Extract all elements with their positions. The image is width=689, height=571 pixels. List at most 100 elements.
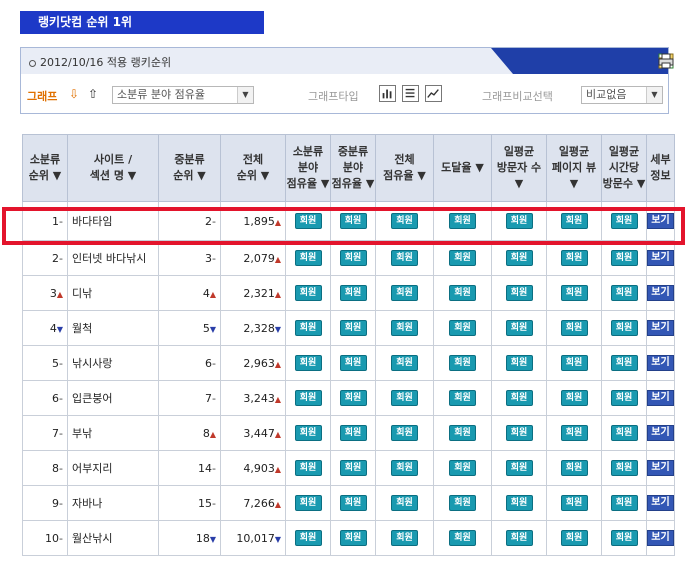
member-badge-button[interactable]: 회원 [505,390,533,406]
site-name[interactable]: 낚시사랑 [72,357,112,370]
header-sub-rank[interactable]: 소분류 순위 ▼ [22,134,68,202]
member-badge-button[interactable]: 회원 [449,425,476,441]
bar-chart-icon[interactable] [379,85,396,102]
member-badge-button[interactable]: 회원 [560,530,588,546]
member-badge-button[interactable]: 회원 [505,250,533,266]
member-badge-button[interactable]: 회원 [391,355,418,371]
site-name[interactable]: 부낚 [72,427,92,440]
member-badge-button[interactable]: 회원 [449,320,476,336]
member-badge-button[interactable]: 회원 [339,285,367,301]
site-cell[interactable]: 디낚 [67,275,159,311]
member-badge-button[interactable]: 회원 [294,320,322,336]
member-badge-button[interactable]: 회원 [610,285,638,301]
member-badge-button[interactable]: 회원 [610,355,638,371]
member-badge-button[interactable]: 회원 [610,320,638,336]
member-badge-button[interactable]: 회원 [294,355,322,371]
site-cell[interactable]: 입큰붕어 [67,380,159,416]
member-badge-button[interactable]: 회원 [391,320,418,336]
member-badge-button[interactable]: 회원 [294,285,322,301]
compare-select[interactable]: 비교없음 ▼ [581,86,663,104]
view-detail-button[interactable]: 보기 [647,355,674,371]
site-cell[interactable]: 자바나 [67,485,159,521]
site-name[interactable]: 입큰붕어 [72,392,112,405]
member-badge-button[interactable]: 회원 [560,390,588,406]
member-badge-button[interactable]: 회원 [610,250,638,266]
member-badge-button[interactable]: 회원 [339,530,367,546]
header-mid-share[interactable]: 중분류 분야 점유율 ▼ [330,134,376,202]
member-badge-button[interactable]: 회원 [339,250,367,266]
member-badge-button[interactable]: 회원 [505,425,533,441]
site-name[interactable]: 자바나 [72,497,102,510]
member-badge-button[interactable]: 회원 [391,285,418,301]
header-sub-share[interactable]: 소분류 분야 점유율 ▼ [285,134,331,202]
member-badge-button[interactable]: 회원 [294,250,322,266]
arrow-down-icon[interactable]: ⇩ [68,87,80,101]
print-icon[interactable] [658,53,674,69]
view-detail-button[interactable]: 보기 [647,250,674,266]
member-badge-button[interactable]: 회원 [449,285,476,301]
site-cell[interactable]: 월척 [67,310,159,346]
member-badge-button[interactable]: 회원 [560,285,588,301]
member-badge-button[interactable]: 회원 [294,495,322,511]
site-cell[interactable]: 어부지리 [67,450,159,486]
category-select[interactable]: 소분류 분야 점유율 ▼ [112,86,254,104]
member-badge-button[interactable]: 회원 [505,495,533,511]
site-name[interactable]: 바다타임 [72,215,112,228]
member-badge-button[interactable]: 회원 [505,213,533,229]
table-chart-icon[interactable] [402,85,419,102]
member-badge-button[interactable]: 회원 [449,355,476,371]
line-chart-icon[interactable] [425,85,442,102]
member-badge-button[interactable]: 회원 [505,530,533,546]
arrow-up-icon[interactable]: ⇧ [87,87,99,101]
view-detail-button[interactable]: 보기 [647,425,674,441]
site-name[interactable]: 인터넷 바다낚시 [72,252,146,265]
member-badge-button[interactable]: 회원 [505,355,533,371]
view-detail-button[interactable]: 보기 [647,213,674,229]
member-badge-button[interactable]: 회원 [339,355,367,371]
member-badge-button[interactable]: 회원 [560,250,588,266]
site-cell[interactable]: 월산낚시 [67,520,159,556]
view-detail-button[interactable]: 보기 [647,460,674,476]
site-cell[interactable]: 인터넷 바다낚시 [67,240,159,276]
member-badge-button[interactable]: 회원 [391,495,418,511]
site-name[interactable]: 월산낚시 [72,532,112,545]
member-badge-button[interactable]: 회원 [294,425,322,441]
header-daily-pageviews[interactable]: 일평균 페이지 뷰 ▼ [546,134,602,202]
view-detail-button[interactable]: 보기 [647,495,674,511]
view-detail-button[interactable]: 보기 [647,390,674,406]
member-badge-button[interactable]: 회원 [449,495,476,511]
member-badge-button[interactable]: 회원 [339,320,367,336]
site-cell[interactable]: 부낚 [67,415,159,451]
site-name[interactable]: 디낚 [72,287,92,300]
member-badge-button[interactable]: 회원 [339,425,367,441]
header-mid-rank[interactable]: 중분류 순위 ▼ [158,134,221,202]
member-badge-button[interactable]: 회원 [560,460,588,476]
member-badge-button[interactable]: 회원 [560,495,588,511]
member-badge-button[interactable]: 회원 [610,495,638,511]
member-badge-button[interactable]: 회원 [610,425,638,441]
site-name[interactable]: 어부지리 [72,462,112,475]
member-badge-button[interactable]: 회원 [449,250,476,266]
member-badge-button[interactable]: 회원 [505,320,533,336]
member-badge-button[interactable]: 회원 [505,285,533,301]
member-badge-button[interactable]: 회원 [294,530,322,546]
member-badge-button[interactable]: 회원 [560,320,588,336]
view-detail-button[interactable]: 보기 [647,285,674,301]
member-badge-button[interactable]: 회원 [294,390,322,406]
header-total-rank[interactable]: 전체 순위 ▼ [220,134,286,202]
header-total-share[interactable]: 전체 점유율 ▼ [375,134,434,202]
member-badge-button[interactable]: 회원 [391,530,418,546]
member-badge-button[interactable]: 회원 [610,530,638,546]
member-badge-button[interactable]: 회원 [610,213,638,229]
member-badge-button[interactable]: 회원 [610,460,638,476]
member-badge-button[interactable]: 회원 [560,355,588,371]
member-badge-button[interactable]: 회원 [391,460,418,476]
member-badge-button[interactable]: 회원 [449,460,476,476]
member-badge-button[interactable]: 회원 [339,390,367,406]
member-badge-button[interactable]: 회원 [339,460,367,476]
member-badge-button[interactable]: 회원 [449,530,476,546]
member-badge-button[interactable]: 회원 [391,425,418,441]
member-badge-button[interactable]: 회원 [449,390,476,406]
member-badge-button[interactable]: 회원 [391,213,418,229]
site-cell[interactable]: 낚시사랑 [67,345,159,381]
